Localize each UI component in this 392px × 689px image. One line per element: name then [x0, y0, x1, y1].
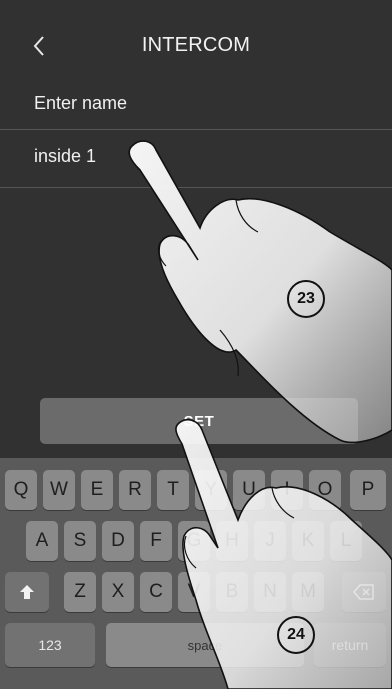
- key-h[interactable]: H: [216, 521, 248, 561]
- key-y[interactable]: Y: [195, 470, 227, 510]
- key-d[interactable]: D: [102, 521, 134, 561]
- shift-up-arrow-icon: [20, 585, 34, 599]
- key-v[interactable]: V: [178, 572, 210, 612]
- key-f[interactable]: F: [140, 521, 172, 561]
- key-r[interactable]: R: [119, 470, 151, 510]
- key-n[interactable]: N: [254, 572, 286, 612]
- set-button[interactable]: SET: [40, 398, 358, 444]
- backspace-icon: [353, 584, 374, 600]
- key-i[interactable]: I: [271, 470, 303, 510]
- step-23-number: 23: [297, 290, 315, 307]
- key-u[interactable]: U: [233, 470, 265, 510]
- key-o[interactable]: O: [309, 470, 341, 510]
- space-key[interactable]: space: [106, 623, 304, 667]
- key-x[interactable]: X: [102, 572, 134, 612]
- step-24-callout: 24: [277, 616, 315, 654]
- delete-key[interactable]: [342, 572, 386, 612]
- key-b[interactable]: B: [216, 572, 248, 612]
- enter-name-label: Enter name: [34, 93, 128, 113]
- key-q[interactable]: Q: [5, 470, 37, 510]
- intercom-screen: INTERCOM Enter name inside 1 SET Q W E R…: [0, 0, 392, 689]
- step-23-callout: 23: [287, 280, 325, 318]
- return-key[interactable]: return: [314, 623, 386, 667]
- shift-key[interactable]: [5, 572, 49, 612]
- step-24-number: 24: [287, 626, 305, 643]
- key-l[interactable]: L: [330, 521, 362, 561]
- numbers-key[interactable]: 123: [5, 623, 95, 667]
- key-c[interactable]: C: [140, 572, 172, 612]
- key-k[interactable]: K: [292, 521, 324, 561]
- key-p[interactable]: P: [350, 470, 386, 510]
- key-t[interactable]: T: [157, 470, 189, 510]
- key-g[interactable]: G: [178, 521, 210, 561]
- on-screen-keyboard: Q W E R T Y U I O P A S D F G H J K L Z …: [0, 458, 392, 689]
- key-z[interactable]: Z: [64, 572, 96, 612]
- name-input-value: inside 1: [34, 146, 97, 166]
- page-title: INTERCOM: [141, 34, 251, 56]
- divider-bottom: [0, 187, 392, 188]
- set-button-label: SET: [183, 412, 215, 430]
- key-e[interactable]: E: [81, 470, 113, 510]
- key-s[interactable]: S: [64, 521, 96, 561]
- key-a[interactable]: A: [26, 521, 58, 561]
- key-w[interactable]: W: [43, 470, 75, 510]
- key-j[interactable]: J: [254, 521, 286, 561]
- key-m[interactable]: M: [292, 572, 324, 612]
- name-input[interactable]: inside 1: [0, 130, 392, 186]
